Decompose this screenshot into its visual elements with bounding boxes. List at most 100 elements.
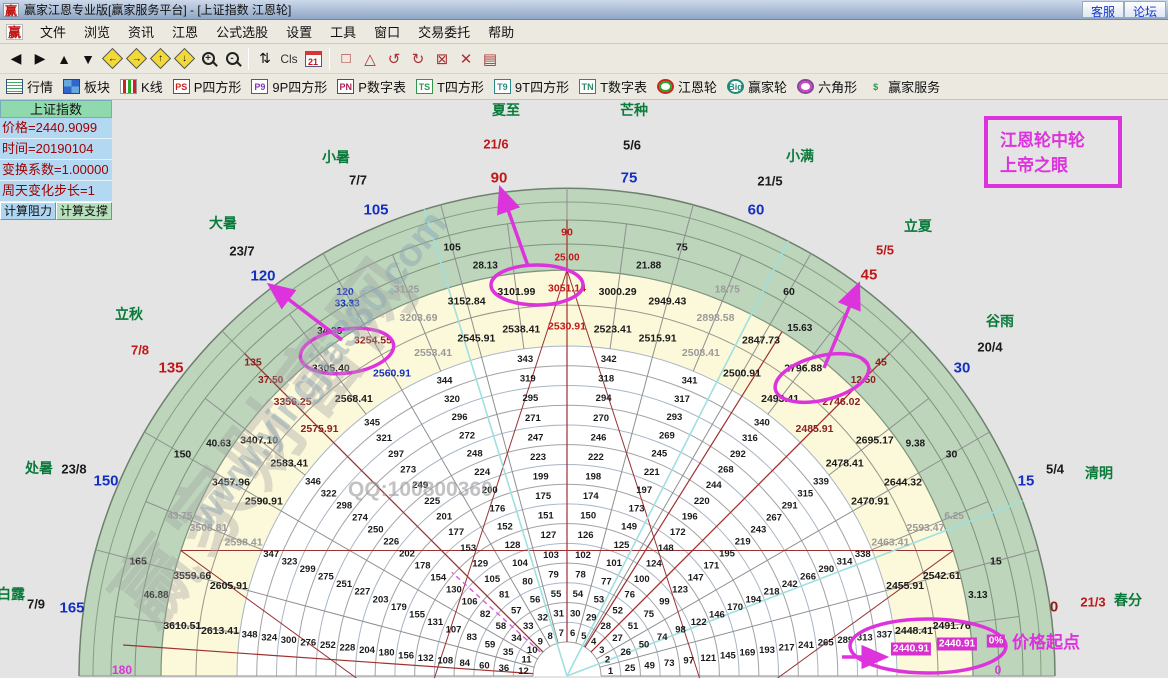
menu-item-8[interactable]: 交易委托 xyxy=(409,19,479,44)
t-table-icon: TN xyxy=(579,79,596,94)
svg-text:173: 173 xyxy=(629,503,645,514)
svg-text:276: 276 xyxy=(300,637,316,648)
svg-text:2470.91: 2470.91 xyxy=(851,496,889,508)
toolbar-item-t-table[interactable]: TNT数字表 xyxy=(579,77,647,96)
svg-text:3: 3 xyxy=(599,645,604,656)
toolbar-item-p-square[interactable]: PSP四方形 xyxy=(173,77,242,96)
svg-text:120: 120 xyxy=(336,286,354,298)
boxed-x-icon[interactable]: ⊠ xyxy=(430,47,454,71)
diamond-right-icon[interactable]: → xyxy=(124,47,148,71)
svg-text:2463.41: 2463.41 xyxy=(871,537,909,549)
menu-item-1[interactable]: 浏览 xyxy=(75,19,119,44)
forum-button[interactable]: 论坛 xyxy=(1124,1,1166,18)
diamond-left-icon[interactable]: ← xyxy=(100,47,124,71)
triangle-tool-icon[interactable]: △ xyxy=(358,47,382,71)
svg-text:225: 225 xyxy=(424,496,441,507)
wheel-label-7/7: 7/7 xyxy=(349,173,367,188)
menu-item-9[interactable]: 帮助 xyxy=(479,19,523,44)
wheel-label-立秋: 立秋 xyxy=(115,304,143,324)
svg-text:30: 30 xyxy=(946,449,958,461)
wheel-label-150: 150 xyxy=(93,473,118,490)
svg-text:2523.41: 2523.41 xyxy=(594,324,632,336)
svg-text:2644.32: 2644.32 xyxy=(884,477,922,489)
zoom-in-icon[interactable]: + xyxy=(196,47,220,71)
svg-text:9: 9 xyxy=(538,637,543,648)
center-tool-icon[interactable]: ✕ xyxy=(454,47,478,71)
svg-text:338: 338 xyxy=(855,549,871,560)
svg-text:199: 199 xyxy=(533,472,549,483)
svg-text:6.25: 6.25 xyxy=(944,511,964,522)
diamond-up-icon[interactable]: ↑ xyxy=(148,47,172,71)
nav-right-icon[interactable]: ▶ xyxy=(28,47,52,71)
svg-text:102: 102 xyxy=(575,550,591,561)
toolbar-item-t-square[interactable]: TST四方形 xyxy=(416,77,484,96)
nav-up-icon[interactable]: ▲ xyxy=(52,47,76,71)
svg-text:33.33: 33.33 xyxy=(335,298,360,309)
menu-item-0[interactable]: 文件 xyxy=(31,19,75,44)
svg-text:1: 1 xyxy=(608,666,614,677)
toolbar-item-sectors[interactable]: 板块 xyxy=(63,77,110,96)
nav-left-icon[interactable]: ◀ xyxy=(4,47,28,71)
svg-text:2500.91: 2500.91 xyxy=(723,367,761,379)
svg-text:28: 28 xyxy=(600,621,611,632)
customer-service-button[interactable]: 客服 xyxy=(1082,1,1124,18)
easel-tool-icon[interactable]: ▤ xyxy=(478,47,502,71)
svg-text:2949.43: 2949.43 xyxy=(648,296,686,308)
cls-button[interactable]: Cls xyxy=(277,47,301,71)
calc-support-button[interactable]: 计算支撑 xyxy=(56,202,112,220)
wheel-label-7/8: 7/8 xyxy=(131,343,149,358)
toolbar-item-kline[interactable]: K线 xyxy=(120,77,163,96)
svg-text:2598.41: 2598.41 xyxy=(225,537,263,549)
quotes-label: 行情 xyxy=(27,77,53,96)
svg-text:150: 150 xyxy=(174,449,192,461)
hexagon-icon xyxy=(797,79,814,94)
svg-text:8: 8 xyxy=(548,631,553,642)
svg-text:149: 149 xyxy=(621,522,637,533)
toolbar-item-winner-service[interactable]: $赢家服务 xyxy=(867,77,940,96)
chart-area: 1234567891011122526272829303132333435364… xyxy=(0,100,1168,678)
calc-resistance-button[interactable]: 计算阻力 xyxy=(0,202,56,220)
svg-text:269: 269 xyxy=(659,430,675,441)
svg-text:196: 196 xyxy=(682,512,698,523)
wheel-label-谷雨: 谷雨 xyxy=(986,311,1014,331)
svg-text:314: 314 xyxy=(837,557,854,568)
svg-text:49: 49 xyxy=(644,661,655,672)
9p-square-icon: P9 xyxy=(251,79,268,94)
square-tool-icon[interactable]: □ xyxy=(334,47,358,71)
svg-text:176: 176 xyxy=(489,503,505,514)
svg-text:84: 84 xyxy=(460,658,471,669)
rotate-cw-icon[interactable]: ↻ xyxy=(406,47,430,71)
svg-text:223: 223 xyxy=(530,452,546,463)
svg-text:55: 55 xyxy=(551,589,562,600)
menu-item-6[interactable]: 工具 xyxy=(321,19,365,44)
svg-text:320: 320 xyxy=(444,394,460,405)
menu-item-5[interactable]: 设置 xyxy=(277,19,321,44)
9t-square-icon: T9 xyxy=(494,79,511,94)
svg-text:37.50: 37.50 xyxy=(258,375,283,386)
nav-down-icon[interactable]: ▼ xyxy=(76,47,100,71)
toolbar-item-9p-square[interactable]: P99P四方形 xyxy=(251,77,327,96)
panel-row-price: 价格=2440.9099 xyxy=(0,118,112,139)
toolbar-item-p-table[interactable]: PNP数字表 xyxy=(337,77,406,96)
diamond-down-icon[interactable]: ↓ xyxy=(172,47,196,71)
toolbar-item-9t-square[interactable]: T99T四方形 xyxy=(494,77,569,96)
calendar-21-icon[interactable]: 21 xyxy=(301,47,325,71)
updown-marker-icon[interactable]: ⇅ xyxy=(253,47,277,71)
toolbar-item-gann-wheel[interactable]: 江恩轮 xyxy=(657,77,717,96)
menu-item-7[interactable]: 窗口 xyxy=(365,19,409,44)
toolbar-item-winner-wheel[interactable]: Big 赢家轮 xyxy=(727,77,787,96)
svg-text:129: 129 xyxy=(472,558,488,569)
winner-wheel-icon: Big xyxy=(727,79,744,94)
toolbar-item-hexagon[interactable]: 六角形 xyxy=(797,77,857,96)
menu-item-3[interactable]: 江恩 xyxy=(163,19,207,44)
menu-item-2[interactable]: 资讯 xyxy=(119,19,163,44)
toolbar-item-quotes[interactable]: 行情 xyxy=(6,77,53,96)
zoom-out-icon[interactable]: - xyxy=(220,47,244,71)
winner-wheel-label: 赢家轮 xyxy=(748,77,787,96)
wheel-label-45: 45 xyxy=(861,267,878,284)
svg-text:2542.61: 2542.61 xyxy=(923,570,961,582)
rotate-ccw-icon[interactable]: ↺ xyxy=(382,47,406,71)
menu-item-4[interactable]: 公式选股 xyxy=(207,19,277,44)
svg-text:245: 245 xyxy=(651,449,668,460)
svg-text:2575.91: 2575.91 xyxy=(301,423,339,435)
